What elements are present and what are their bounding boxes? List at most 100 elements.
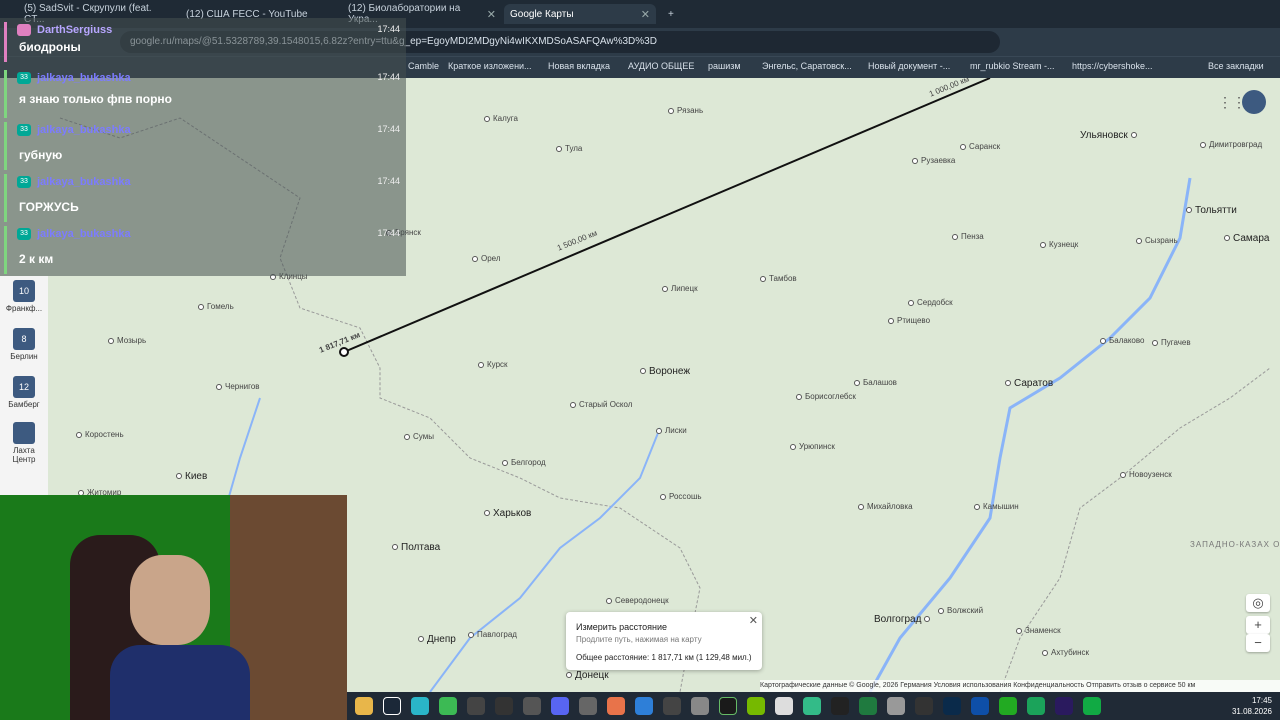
app-icon[interactable] <box>915 697 933 715</box>
city-label[interactable]: Калуга <box>484 114 518 123</box>
bookmark[interactable]: Новый документ -... <box>868 61 950 71</box>
edge-icon[interactable] <box>411 697 429 715</box>
bookmark[interactable]: рашизм <box>708 61 741 71</box>
city-label[interactable]: Старый Оскол <box>570 400 632 409</box>
city-label[interactable]: Новоузенск <box>1120 470 1172 479</box>
chrome-icon[interactable] <box>1083 697 1101 715</box>
all-bookmarks[interactable]: Все закладки <box>1208 61 1264 71</box>
city-label[interactable]: Чернигов <box>216 382 260 391</box>
city-label[interactable]: Липецк <box>662 284 698 293</box>
city-label[interactable]: Россошь <box>660 492 702 501</box>
city-samara[interactable]: Самара <box>1224 233 1269 244</box>
city-label[interactable]: Балаково <box>1100 336 1144 345</box>
city-label[interactable]: Кузнецк <box>1040 240 1078 249</box>
premiere-icon[interactable] <box>1055 697 1073 715</box>
close-icon[interactable]: ✕ <box>749 614 758 627</box>
app-icon[interactable] <box>691 697 709 715</box>
city-label[interactable]: Знаменск <box>1016 626 1061 635</box>
terminal-icon[interactable] <box>495 697 513 715</box>
app-icon[interactable] <box>971 697 989 715</box>
new-tab-button[interactable]: + <box>662 4 682 24</box>
app-icon[interactable] <box>719 697 737 715</box>
city-label[interactable]: Михайловка <box>858 502 913 511</box>
app-icon[interactable] <box>579 697 597 715</box>
bookmark[interactable]: Краткое изложени... <box>448 61 532 71</box>
city-label[interactable]: Камышин <box>974 502 1019 511</box>
city-label[interactable]: Сызрань <box>1136 236 1178 245</box>
saved-place[interactable]: Лахта Центр <box>2 422 46 464</box>
city-label[interactable]: Волжский <box>938 606 983 615</box>
city-saratov[interactable]: Саратов <box>1005 378 1053 389</box>
app-icon[interactable] <box>551 697 569 715</box>
chrome-icon[interactable] <box>439 697 457 715</box>
city-label[interactable]: Рузаевка <box>912 156 955 165</box>
zoom-out-button[interactable]: − <box>1246 634 1270 652</box>
bookmark[interactable]: mr_rubkio Stream -... <box>970 61 1055 71</box>
my-location-button[interactable]: ◎ <box>1246 594 1270 612</box>
city-label[interactable]: Тамбов <box>760 274 797 283</box>
measure-line[interactable] <box>343 78 991 353</box>
app-icon[interactable] <box>859 697 877 715</box>
city-label[interactable]: Северодонецк <box>606 596 669 605</box>
steam-icon[interactable] <box>383 697 401 715</box>
city-kyiv[interactable]: Киев <box>176 471 207 482</box>
bookmark[interactable]: Энгельс, Саратовск... <box>762 61 852 71</box>
city-label[interactable]: Тула <box>556 144 582 153</box>
bookmark[interactable]: Новая вкладка <box>548 61 610 71</box>
close-tab-icon[interactable]: ✕ <box>641 8 650 21</box>
city-label[interactable]: Пугачев <box>1152 338 1191 347</box>
city-tolyatti[interactable]: Тольятти <box>1186 205 1237 216</box>
city-label[interactable]: Ахтубинск <box>1042 648 1089 657</box>
saved-place[interactable]: 10 Франкф... <box>2 280 46 313</box>
bookmark[interactable]: АУДИО ОБЩЕЕ <box>628 61 694 71</box>
city-label[interactable]: Лиски <box>656 426 687 435</box>
city-label[interactable]: Балашов <box>854 378 897 387</box>
city-label[interactable]: Мозырь <box>108 336 146 345</box>
app-icon[interactable] <box>943 697 961 715</box>
app-icon[interactable] <box>999 697 1017 715</box>
city-label[interactable]: Ртищево <box>888 316 930 325</box>
city-dnipro[interactable]: Днепр <box>418 634 456 645</box>
city-label[interactable]: Урюпинск <box>790 442 835 451</box>
saved-place[interactable]: 8 Берлин <box>2 328 46 361</box>
app-icon[interactable] <box>663 697 681 715</box>
app-icon[interactable] <box>607 697 625 715</box>
city-donetsk[interactable]: Донецк <box>566 670 609 681</box>
zoom-in-button[interactable]: + <box>1246 616 1270 634</box>
app-icon[interactable] <box>635 697 653 715</box>
nvidia-icon[interactable] <box>747 697 765 715</box>
city-label[interactable]: Белгород <box>502 458 546 467</box>
apps-grid-icon[interactable]: ⋮⋮ <box>1218 94 1246 110</box>
city-label[interactable]: Сумы <box>404 432 434 441</box>
city-label[interactable]: Димитровград <box>1200 140 1262 149</box>
city-label[interactable]: Павлоград <box>468 630 517 639</box>
app-icon[interactable] <box>803 697 821 715</box>
city-label[interactable]: Орел <box>472 254 501 263</box>
city-label[interactable]: Сердобск <box>908 298 953 307</box>
tab-active[interactable]: Google Карты ✕ <box>504 4 656 24</box>
city-label[interactable]: Рязань <box>668 106 703 115</box>
city-label[interactable]: Коростень <box>76 430 124 439</box>
city-volgograd[interactable]: Волгоград <box>874 614 933 625</box>
city-label[interactable]: Гомель <box>198 302 234 311</box>
bookmark[interactable]: https://cybershoke... <box>1072 61 1153 71</box>
city-label[interactable]: Борисоглебск <box>796 392 856 401</box>
city-kharkiv[interactable]: Харьков <box>484 508 531 519</box>
bookmark[interactable]: Camble <box>408 61 439 71</box>
city-label[interactable]: Курск <box>478 360 508 369</box>
city-poltava[interactable]: Полтава <box>392 542 440 553</box>
app-icon[interactable] <box>887 697 905 715</box>
city-ulyanovsk[interactable]: Ульяновск <box>1080 130 1140 141</box>
city-label[interactable]: Саранск <box>960 142 1000 151</box>
app-icon[interactable] <box>831 697 849 715</box>
app-icon[interactable] <box>467 697 485 715</box>
city-label[interactable]: Пенза <box>952 232 984 241</box>
app-icon[interactable] <box>523 697 541 715</box>
app-icon[interactable] <box>775 697 793 715</box>
excel-icon[interactable] <box>1027 697 1045 715</box>
close-tab-icon[interactable]: ✕ <box>487 8 496 21</box>
file-explorer-icon[interactable] <box>355 697 373 715</box>
city-voronezh[interactable]: Воронеж <box>640 366 690 377</box>
saved-place[interactable]: 12 Бамберг <box>2 376 46 409</box>
measure-start-point[interactable] <box>339 347 349 357</box>
